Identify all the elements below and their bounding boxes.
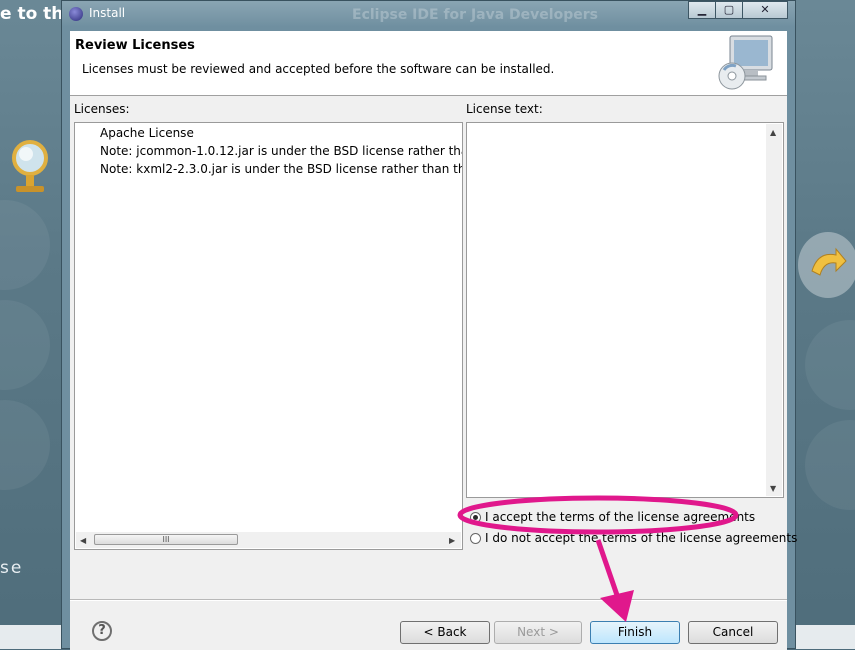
- bg-decoration: [0, 400, 50, 490]
- background-window-title: Eclipse IDE for Java Developers: [352, 7, 598, 23]
- list-item[interactable]: Note: kxml2-2.3.0.jar is under the BSD l…: [100, 162, 462, 176]
- side-text: se: [0, 558, 24, 578]
- button-bar-separator: [70, 599, 787, 601]
- vertical-scrollbar[interactable]: ▲ ▼: [766, 124, 782, 496]
- accept-label[interactable]: I accept the terms of the license agreem…: [485, 510, 755, 524]
- eclipse-icon: [69, 7, 83, 21]
- license-text-area[interactable]: ▲ ▼: [466, 122, 784, 498]
- close-button[interactable]: ✕: [742, 1, 788, 19]
- list-item[interactable]: Apache License: [100, 126, 194, 140]
- bg-decoration: [0, 200, 50, 290]
- bg-decoration: [0, 300, 50, 390]
- license-text-label: License text:: [466, 102, 543, 116]
- help-icon[interactable]: ?: [92, 621, 112, 641]
- decline-option[interactable]: I do not accept the terms of the license…: [470, 531, 797, 545]
- bg-decoration: [805, 320, 855, 410]
- page-description: Licenses must be reviewed and accepted b…: [82, 62, 555, 76]
- wizard-header: Review Licenses Licenses must be reviewe…: [70, 31, 787, 96]
- scroll-down-arrow-icon[interactable]: ▼: [770, 484, 776, 493]
- install-dialog: Install Eclipse IDE for Java Developers …: [61, 0, 797, 650]
- bg-decoration: [805, 420, 855, 510]
- minimize-button[interactable]: ▁: [688, 1, 716, 19]
- scroll-left-arrow-icon[interactable]: ◀: [80, 536, 86, 545]
- scroll-thumb[interactable]: III: [94, 534, 238, 545]
- dialog-content: Review Licenses Licenses must be reviewe…: [70, 31, 797, 650]
- scroll-up-arrow-icon[interactable]: ▲: [770, 128, 776, 137]
- licenses-label: Licenses:: [74, 102, 130, 116]
- workbench-arrow-icon[interactable]: [798, 232, 855, 298]
- finish-button[interactable]: Finish: [590, 621, 680, 644]
- scroll-right-arrow-icon[interactable]: ▶: [449, 536, 455, 545]
- accept-radio[interactable]: [470, 512, 481, 523]
- window-title: Install: [89, 6, 126, 20]
- horizontal-scrollbar[interactable]: ◀ III ▶: [76, 532, 461, 548]
- licenses-tree[interactable]: Apache License Note: jcommon-1.0.12.jar …: [74, 122, 463, 550]
- back-button[interactable]: < Back: [400, 621, 490, 644]
- accept-option[interactable]: I accept the terms of the license agreem…: [470, 510, 755, 524]
- page-title: Review Licenses: [75, 38, 195, 53]
- maximize-button[interactable]: ▢: [715, 1, 743, 19]
- title-bar[interactable]: Install Eclipse IDE for Java Developers …: [62, 1, 795, 27]
- next-button[interactable]: Next >: [494, 621, 582, 644]
- install-monitor-icon: [718, 35, 773, 90]
- list-item[interactable]: Note: jcommon-1.0.12.jar is under the BS…: [100, 144, 462, 158]
- decline-label[interactable]: I do not accept the terms of the license…: [485, 531, 797, 545]
- decline-radio[interactable]: [470, 533, 481, 544]
- cancel-button[interactable]: Cancel: [688, 621, 778, 644]
- globe-icon[interactable]: [8, 130, 58, 200]
